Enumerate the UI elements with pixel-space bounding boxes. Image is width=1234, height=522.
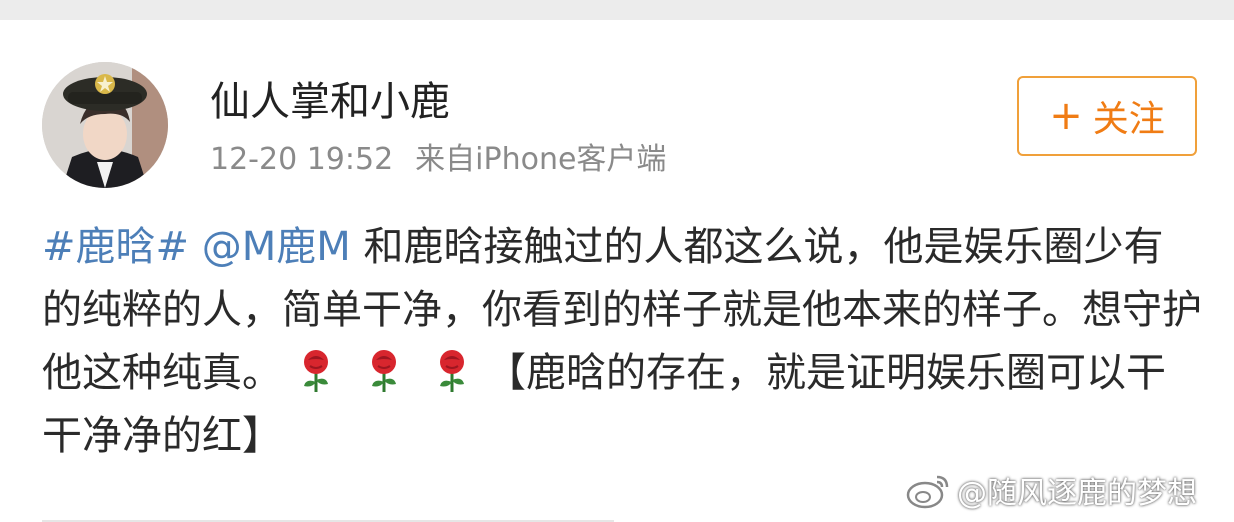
hashtag-link[interactable]: #鹿晗# xyxy=(42,224,189,270)
rose-emoji-icon xyxy=(428,346,476,394)
username[interactable]: 仙人掌和小鹿 xyxy=(210,78,450,126)
watermark-text: @随风逐鹿的梦想 xyxy=(957,476,1197,511)
avatar-image xyxy=(42,62,168,188)
timestamp: 12-20 19:52 xyxy=(210,142,394,177)
avatar[interactable] xyxy=(42,62,168,188)
rose-emoji-icon xyxy=(360,346,408,394)
weibo-logo-icon xyxy=(906,475,949,509)
follow-button[interactable]: + 关注 xyxy=(1017,76,1197,156)
weibo-post: 仙人掌和小鹿 12-20 19:52 来自iPhone客户端 + 关注 #鹿晗# … xyxy=(0,20,1234,522)
post-source: 来自iPhone客户端 xyxy=(415,142,667,177)
top-bar xyxy=(0,0,1234,20)
rose-emoji-icon xyxy=(292,346,340,394)
watermark: @随风逐鹿的梦想 xyxy=(905,468,1197,512)
follow-label: 关注 xyxy=(1092,99,1165,140)
post-meta: 12-20 19:52 来自iPhone客户端 xyxy=(210,142,666,178)
post-body: #鹿晗# @M鹿M 和鹿晗接触过的人都这么说，他是娱乐圈少有的纯粹的人，简单干净… xyxy=(42,216,1202,468)
plus-icon: + xyxy=(1049,93,1083,139)
mention-link[interactable]: @M鹿M xyxy=(202,224,351,270)
